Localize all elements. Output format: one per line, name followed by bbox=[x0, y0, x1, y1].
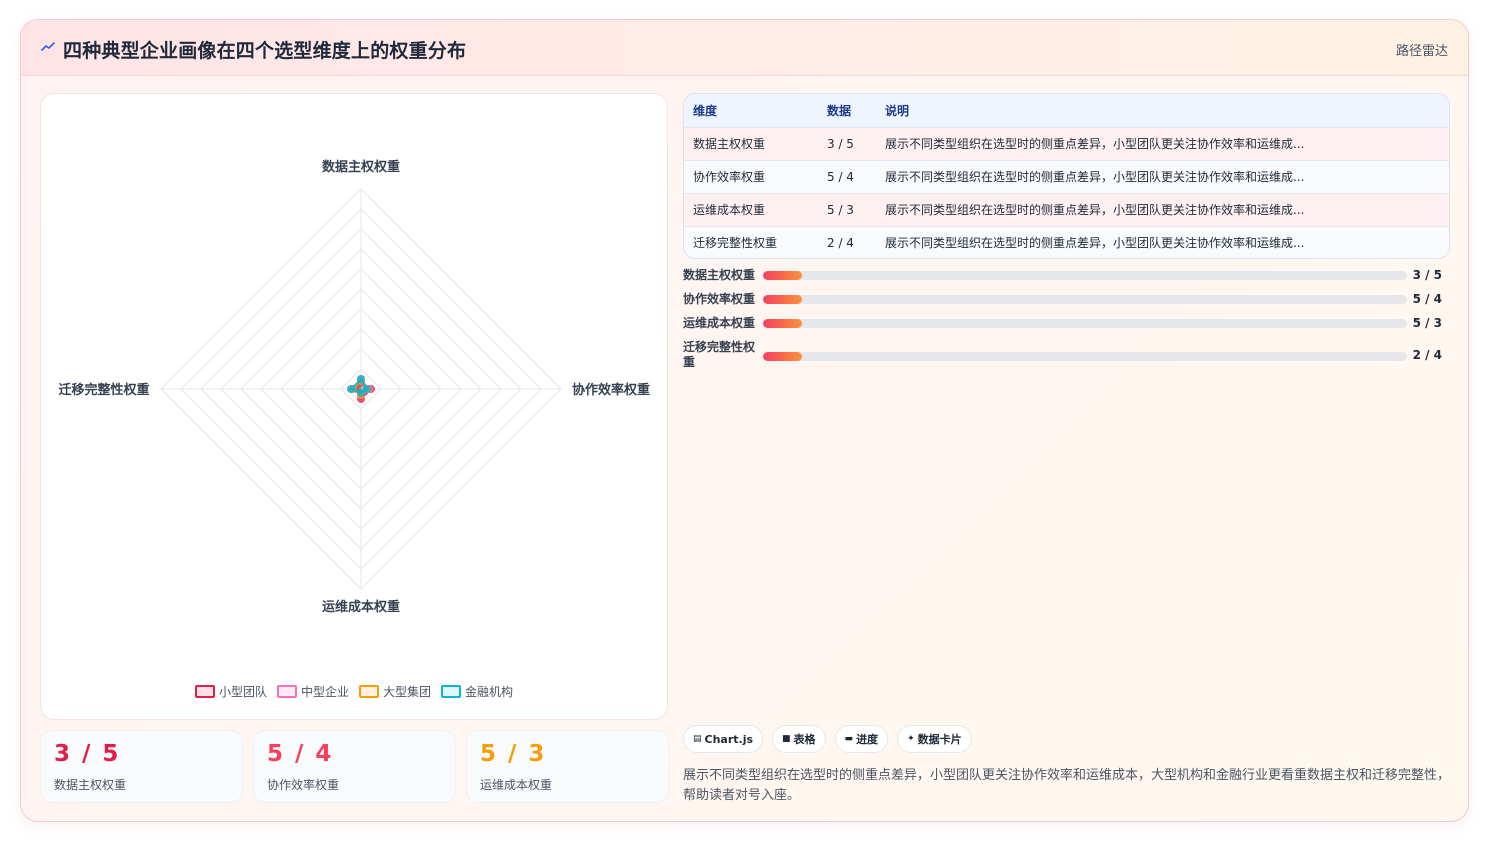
progress-track bbox=[763, 295, 1407, 304]
radar-axis-label: 运维成本权重 bbox=[322, 599, 400, 615]
table-row: 运维成本权重 5 / 3 展示不同类型组织在选型时的侧重点差异，小型团队更关注协作效… bbox=[684, 193, 1449, 226]
radar-chart-panel: 数据主权权重协作效率权重运维成本权重 迁移完整性权重 小型团队 中型企业 大型集团… bbox=[40, 93, 668, 720]
progress-track bbox=[763, 352, 1407, 361]
chip-icon: ✦ bbox=[907, 734, 915, 744]
progress-value: 5 / 4 bbox=[1412, 292, 1442, 306]
tech-chip[interactable]: ✦ 数据卡片 bbox=[897, 725, 972, 753]
radar-axis-label: 数据主权权重 bbox=[322, 159, 400, 175]
legend-swatch bbox=[359, 685, 379, 698]
card-header: 四种典型企业画像在四个选型维度上的权重分布 路径雷达 bbox=[21, 20, 1468, 76]
table-cell: 5 / 3 bbox=[827, 202, 854, 217]
legend-label: 中型企业 bbox=[300, 685, 349, 699]
table-cell: 数据主权权重 bbox=[693, 137, 766, 151]
progress-fill bbox=[763, 295, 802, 304]
chip-icon: ■ bbox=[782, 734, 791, 744]
table-cell: 5 / 4 bbox=[827, 169, 854, 184]
radar-data-point[interactable] bbox=[357, 389, 365, 397]
progress-value: 3 / 5 bbox=[1412, 268, 1442, 282]
chip-icon: ▬ bbox=[844, 734, 854, 744]
progress-label: 迁移完整性权重 bbox=[683, 340, 756, 369]
table-row: 迁移完整性权重 2 / 4 展示不同类型组织在选型时的侧重点差异，小型团队更关注协作… bbox=[684, 226, 1449, 258]
kpi-label: 数据主权权重 bbox=[54, 778, 127, 792]
legend-item[interactable]: 小型团队 bbox=[194, 683, 267, 700]
tech-chip[interactable]: ▬ 进度 bbox=[834, 725, 889, 753]
table-header-data: 数据 bbox=[827, 103, 852, 118]
legend-item[interactable]: 大型集团 bbox=[359, 683, 431, 700]
kpi-card: 5 / 3 运维成本权重 bbox=[466, 730, 669, 803]
progress-value: 2 / 4 bbox=[1412, 348, 1442, 362]
page-title: 四种典型企业画像在四个选型维度上的权重分布 bbox=[63, 40, 467, 62]
kpi-value: 5 / 3 bbox=[480, 741, 547, 767]
kpi-card: 3 / 5 数据主权权重 bbox=[40, 730, 243, 803]
progress-fill bbox=[763, 271, 802, 280]
table-row: 数据主权权重 3 / 5 展示不同类型组织在选型时的侧重点差异，小型团队更关注协作效… bbox=[684, 127, 1449, 160]
data-table: 维度 数据 说明 数据主权权重 3 / 5 展示不同类型组织在选型时的侧重点差异，小… bbox=[683, 93, 1450, 259]
radar-chart: 数据主权权重协作效率权重运维成本权重 迁移完整性权重 bbox=[58, 159, 650, 615]
radar-data-point[interactable] bbox=[347, 385, 355, 393]
table-cell: 2 / 4 bbox=[827, 235, 854, 250]
chip-label: Chart.js bbox=[704, 732, 754, 746]
legend-label: 大型集团 bbox=[383, 685, 432, 699]
progress-label: 协作效率权重 bbox=[683, 292, 756, 306]
header-tag: 路径雷达 bbox=[1395, 44, 1448, 59]
table-cell: 展示不同类型组织在选型时的侧重点差异，小型团队更关注协作效率和运维成... bbox=[885, 170, 1305, 184]
chip-label: 表格 bbox=[793, 733, 816, 746]
tech-chips: ▤ Chart.js ■ 表格 ▬ 进度 ✦ 数据卡片 bbox=[683, 725, 972, 753]
table-cell: 运维成本权重 bbox=[693, 203, 766, 217]
legend-swatch bbox=[276, 685, 297, 698]
table-header-row: 维度 数据 说明 bbox=[684, 94, 1449, 127]
chart-legend: 小型团队 中型企业 大型集团 金融机构 bbox=[41, 683, 667, 700]
progress-fill bbox=[763, 352, 802, 361]
kpi-label: 协作效率权重 bbox=[267, 778, 340, 792]
table-row: 协作效率权重 5 / 4 展示不同类型组织在选型时的侧重点差异，小型团队更关注协作效… bbox=[684, 160, 1449, 193]
progress-label: 数据主权权重 bbox=[683, 268, 756, 282]
kpi-card: 5 / 4 协作效率权重 bbox=[253, 730, 456, 803]
radar-data-point[interactable] bbox=[357, 375, 365, 383]
radar-axis-label: 迁移完整性权重 bbox=[58, 382, 149, 398]
progress-track bbox=[763, 319, 1407, 328]
progress-label: 运维成本权重 bbox=[683, 316, 756, 330]
tech-chip[interactable]: ▤ Chart.js bbox=[683, 725, 764, 753]
tech-chip[interactable]: ■ 表格 bbox=[772, 725, 826, 753]
trend-icon bbox=[41, 42, 55, 51]
legend-label: 小型团队 bbox=[218, 685, 267, 699]
chip-icon: ▤ bbox=[693, 734, 702, 744]
kpi-value: 5 / 4 bbox=[267, 741, 334, 767]
dashboard-card: 四种典型企业画像在四个选型维度上的权重分布 路径雷达 数据主权权重 协作效率权重运… bbox=[20, 19, 1469, 822]
chip-label: 进度 bbox=[856, 733, 879, 746]
table-header-description: 说明 bbox=[885, 103, 910, 118]
progress-track bbox=[763, 271, 1407, 280]
radar-axis-label: 协作效率权重 bbox=[572, 382, 650, 398]
kpi-value: 3 / 5 bbox=[54, 741, 121, 767]
progress-value: 5 / 3 bbox=[1412, 316, 1442, 330]
legend-item[interactable]: 金融机构 bbox=[441, 683, 513, 700]
legend-swatch bbox=[194, 685, 215, 698]
table-cell: 迁移完整性权重 bbox=[693, 236, 778, 251]
table-cell: 3 / 5 bbox=[827, 136, 854, 151]
table-header-dimension: 维度 bbox=[693, 103, 718, 118]
table-cell: 展示不同类型组织在选型时的侧重点差异，小型团队更关注协作效率和运维成... bbox=[885, 236, 1305, 251]
legend-label: 金融机构 bbox=[465, 685, 514, 699]
kpi-label: 运维成本权重 bbox=[480, 778, 553, 792]
table-cell: 协作效率权重 bbox=[693, 170, 766, 184]
table-cell: 展示不同类型组织在选型时的侧重点差异，小型团队更关注协作效率和运维成... bbox=[885, 203, 1305, 217]
legend-swatch bbox=[441, 685, 462, 698]
table-cell: 展示不同类型组织在选型时的侧重点差异，小型团队更关注协作效率和运维成... bbox=[885, 137, 1305, 151]
legend-item[interactable]: 中型企业 bbox=[276, 683, 349, 700]
progress-fill bbox=[763, 319, 802, 328]
chip-label: 数据卡片 bbox=[917, 733, 962, 746]
footnote: 展示不同类型组织在选型时的侧重点差异，小型团队更关注协作效率和运维成本，大型机构… bbox=[683, 768, 1451, 803]
